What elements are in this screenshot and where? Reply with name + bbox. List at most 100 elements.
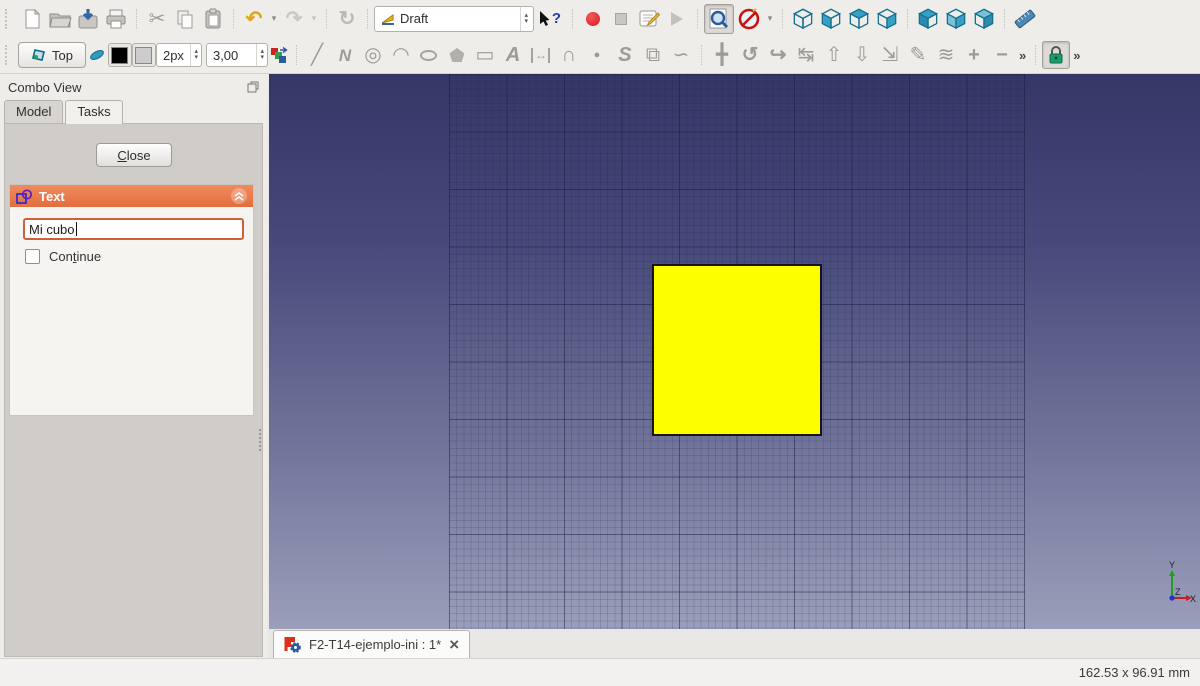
- copy-button[interactable]: [171, 5, 199, 33]
- new-document-icon: [21, 8, 43, 30]
- save-document-button[interactable]: [74, 5, 102, 33]
- text-input[interactable]: Mi cubo: [23, 218, 244, 240]
- draw-style-dropdown-arrow[interactable]: ▾: [764, 13, 776, 24]
- draft-downgrade-button[interactable]: ⇩: [848, 41, 876, 69]
- line-width-spinbox[interactable]: 2px ▴ ▾: [155, 43, 202, 67]
- draft-rotate-button[interactable]: ↺: [736, 41, 764, 69]
- toolbar-drag-handle[interactable]: [5, 8, 12, 29]
- toolbar-drag-handle[interactable]: [5, 45, 12, 65]
- view-top-button[interactable]: [845, 5, 873, 33]
- status-bar: 162.53 x 96.91 mm: [0, 658, 1200, 686]
- refresh-icon: ↻: [338, 7, 356, 30]
- axis-x-label: X: [1190, 594, 1196, 604]
- redo-button[interactable]: ↷: [280, 5, 308, 33]
- draft-upgrade-button[interactable]: ⇧: [820, 41, 848, 69]
- document-tab[interactable]: F2-T14-ejemplo-ini : 1* ×: [273, 630, 471, 658]
- draft-add-point-button[interactable]: +: [960, 41, 988, 69]
- draft-offset-button[interactable]: ↪: [764, 41, 792, 69]
- draft-edit-button[interactable]: ✎: [904, 41, 932, 69]
- fit-all-button[interactable]: [704, 3, 734, 34]
- paste-button[interactable]: [199, 5, 227, 33]
- measure-distance-button[interactable]: [1011, 5, 1039, 33]
- print-button[interactable]: [102, 5, 130, 33]
- axis-z-label: Z: [1175, 587, 1181, 597]
- draft-delete-point-button[interactable]: −: [988, 41, 1016, 69]
- undo-dropdown-arrow[interactable]: ▾: [268, 13, 280, 24]
- draft-point-button[interactable]: ●: [583, 41, 611, 69]
- macro-edit-button[interactable]: [635, 5, 663, 33]
- font-size-spinbox[interactable]: 3,00 ▴ ▾: [205, 43, 268, 67]
- paste-icon: [202, 8, 224, 30]
- draft-rectangle-object[interactable]: [652, 264, 822, 436]
- collapse-task-icon[interactable]: [231, 188, 247, 204]
- macro-stop-button[interactable]: [607, 5, 635, 33]
- undo-button[interactable]: ↶: [240, 5, 268, 33]
- toggle-construction-mode-button[interactable]: [86, 41, 108, 69]
- macro-record-button[interactable]: [579, 5, 607, 33]
- view-front-button[interactable]: [817, 5, 845, 33]
- draft-shapestring-button[interactable]: S: [611, 41, 639, 69]
- draft-polygon-button[interactable]: [443, 41, 471, 69]
- new-document-button[interactable]: [18, 5, 46, 33]
- text-task-header[interactable]: Text: [10, 185, 253, 207]
- draft-arc-button[interactable]: ◠: [387, 41, 415, 69]
- toolbar-overflow-button[interactable]: »: [1016, 48, 1029, 63]
- draft-bezier-button[interactable]: ∽: [667, 41, 695, 69]
- continue-checkbox[interactable]: [25, 249, 40, 264]
- tab-model[interactable]: Model: [4, 100, 64, 123]
- panel-splitter-handle[interactable]: [259, 429, 263, 451]
- tab-tasks[interactable]: Tasks: [65, 100, 123, 124]
- workbench-selector[interactable]: Draft ▴ ▾: [374, 5, 534, 32]
- draw-style-button[interactable]: [734, 5, 764, 33]
- draft-dimension-button[interactable]: ↔: [527, 41, 555, 69]
- draft-scale-button[interactable]: ⇲: [876, 41, 904, 69]
- macro-execute-button[interactable]: [663, 5, 691, 33]
- top-cube-icon: [846, 6, 872, 32]
- draft-facebinder-button[interactable]: ⧉: [639, 41, 667, 69]
- toolbar-overflow-button[interactable]: »: [1070, 48, 1083, 63]
- apply-style-button[interactable]: [268, 41, 290, 69]
- draft-circle-button[interactable]: ◎: [359, 41, 387, 69]
- draft-trimex-button[interactable]: ↹: [792, 41, 820, 69]
- draw-style-icon: [737, 7, 761, 31]
- undo-icon: ↶: [245, 7, 263, 30]
- open-document-button[interactable]: [46, 5, 74, 33]
- view-left-button[interactable]: [970, 5, 998, 33]
- float-panel-icon[interactable]: [247, 81, 259, 93]
- toolbar-separator: [907, 8, 908, 29]
- draft-text-button[interactable]: A: [499, 41, 527, 69]
- view-axonometric-button[interactable]: [789, 5, 817, 33]
- cut-button[interactable]: ✂: [143, 5, 171, 33]
- line-icon: ╱: [310, 44, 323, 66]
- rotate-icon: ↺: [741, 44, 759, 66]
- toggle-grid-lock-button[interactable]: [1042, 41, 1071, 69]
- draft-line-button[interactable]: ╱: [303, 41, 331, 69]
- toolbar-separator: [326, 8, 327, 29]
- close-task-button[interactable]: Close: [96, 143, 172, 167]
- face-color-button[interactable]: [131, 43, 156, 67]
- draft-ellipse-button[interactable]: [415, 41, 443, 69]
- line-color-button[interactable]: [107, 43, 132, 67]
- refresh-button[interactable]: ↻: [333, 5, 361, 33]
- view-bottom-button[interactable]: [942, 5, 970, 33]
- 3d-viewport[interactable]: Y X Z: [267, 74, 1200, 629]
- close-document-icon[interactable]: ×: [449, 636, 459, 653]
- freecad-document-icon: [284, 636, 301, 653]
- delete-point-icon: −: [996, 44, 1008, 66]
- working-plane-button[interactable]: Top: [18, 42, 86, 68]
- workbench-selector-arrows[interactable]: ▴ ▾: [520, 6, 531, 31]
- toolbar-draft: Top 2px ▴ ▾ 3,00 ▴ ▾ ╱ N ◎ ◠ ▭ A ↔ ∩ ● S ⧉…: [0, 37, 1200, 74]
- draft-rectangle-button[interactable]: ▭: [471, 41, 499, 69]
- view-rear-button[interactable]: [914, 5, 942, 33]
- whatsthis-button[interactable]: ?: [534, 5, 566, 33]
- view-right-button[interactable]: [873, 5, 901, 33]
- redo-dropdown-arrow[interactable]: ▾: [308, 13, 320, 24]
- redo-icon: ↷: [285, 7, 303, 30]
- shapestring-icon: S: [618, 44, 632, 66]
- continue-label[interactable]: Continue: [49, 249, 101, 264]
- draft-wire-to-bspline-button[interactable]: ≋: [932, 41, 960, 69]
- draft-move-button[interactable]: ╋: [708, 41, 736, 69]
- draft-bspline-button[interactable]: ∩: [555, 41, 583, 69]
- draft-wire-button[interactable]: N: [331, 41, 359, 69]
- measure-ruler-icon: [1012, 6, 1038, 32]
